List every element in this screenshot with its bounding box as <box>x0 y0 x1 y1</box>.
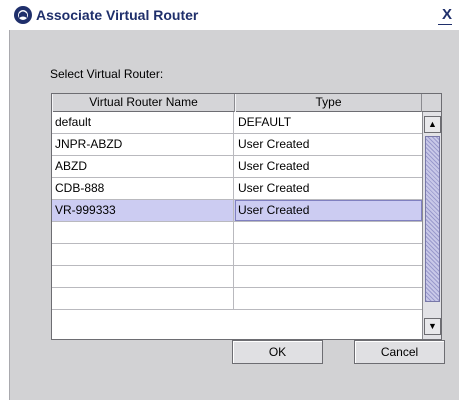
column-header-type[interactable]: Type <box>235 94 422 112</box>
router-type-cell <box>235 288 422 309</box>
table-row[interactable]: default DEFAULT <box>52 112 422 134</box>
associate-virtual-router-window: Associate Virtual Router X Select Virtua… <box>0 0 459 400</box>
ok-button[interactable]: OK <box>232 340 323 364</box>
virtual-router-table: Virtual Router Name Type default DEFAULT… <box>51 93 442 340</box>
router-name-cell <box>52 266 234 287</box>
scroll-up-arrow-icon[interactable]: ▲ <box>424 116 441 133</box>
cancel-button[interactable]: Cancel <box>354 340 445 364</box>
router-type-cell <box>235 266 422 287</box>
router-type-cell <box>235 222 422 243</box>
title-bar[interactable]: Associate Virtual Router X <box>0 0 459 30</box>
router-name-cell: default <box>52 112 234 133</box>
router-name-cell: JNPR-ABZD <box>52 134 234 155</box>
router-name-cell <box>52 222 234 243</box>
router-name-cell: ABZD <box>52 156 234 177</box>
app-logo-icon <box>14 6 32 24</box>
table-row[interactable] <box>52 222 422 244</box>
router-type-cell: User Created <box>238 137 310 151</box>
table-row[interactable] <box>52 244 422 266</box>
router-type-cell: User Created <box>235 200 422 221</box>
router-name-cell <box>52 288 234 309</box>
scroll-down-arrow-icon[interactable]: ▼ <box>424 318 441 335</box>
window-title: Associate Virtual Router <box>36 7 199 23</box>
table-row[interactable] <box>52 288 422 310</box>
table-row[interactable]: VR-999333 User Created <box>52 200 422 222</box>
close-icon-underline <box>438 24 452 25</box>
close-icon[interactable]: X <box>438 6 456 24</box>
dialog-body: Select Virtual Router: Virtual Router Na… <box>9 30 459 400</box>
select-router-label: Select Virtual Router: <box>50 67 164 81</box>
router-name-cell: VR-999333 <box>52 200 234 221</box>
table-header: Virtual Router Name Type <box>52 94 422 112</box>
scrollbar-thumb[interactable] <box>425 136 440 302</box>
table-row[interactable]: ABZD User Created <box>52 156 422 178</box>
table-header-corner <box>422 94 441 112</box>
router-name-cell: CDB-888 <box>52 178 234 199</box>
table-body: default DEFAULT JNPR-ABZD User Created A… <box>52 112 422 339</box>
table-row[interactable]: JNPR-ABZD User Created <box>52 134 422 156</box>
router-type-cell: DEFAULT <box>238 115 292 129</box>
router-type-cell <box>235 244 422 265</box>
table-row[interactable]: CDB-888 User Created <box>52 178 422 200</box>
router-type-cell: User Created <box>238 159 310 173</box>
column-header-name[interactable]: Virtual Router Name <box>52 94 235 112</box>
table-row[interactable] <box>52 266 422 288</box>
router-name-cell <box>52 244 234 265</box>
router-type-cell: User Created <box>238 181 310 195</box>
table-scrollbar[interactable]: ▲ ▼ <box>422 112 441 339</box>
